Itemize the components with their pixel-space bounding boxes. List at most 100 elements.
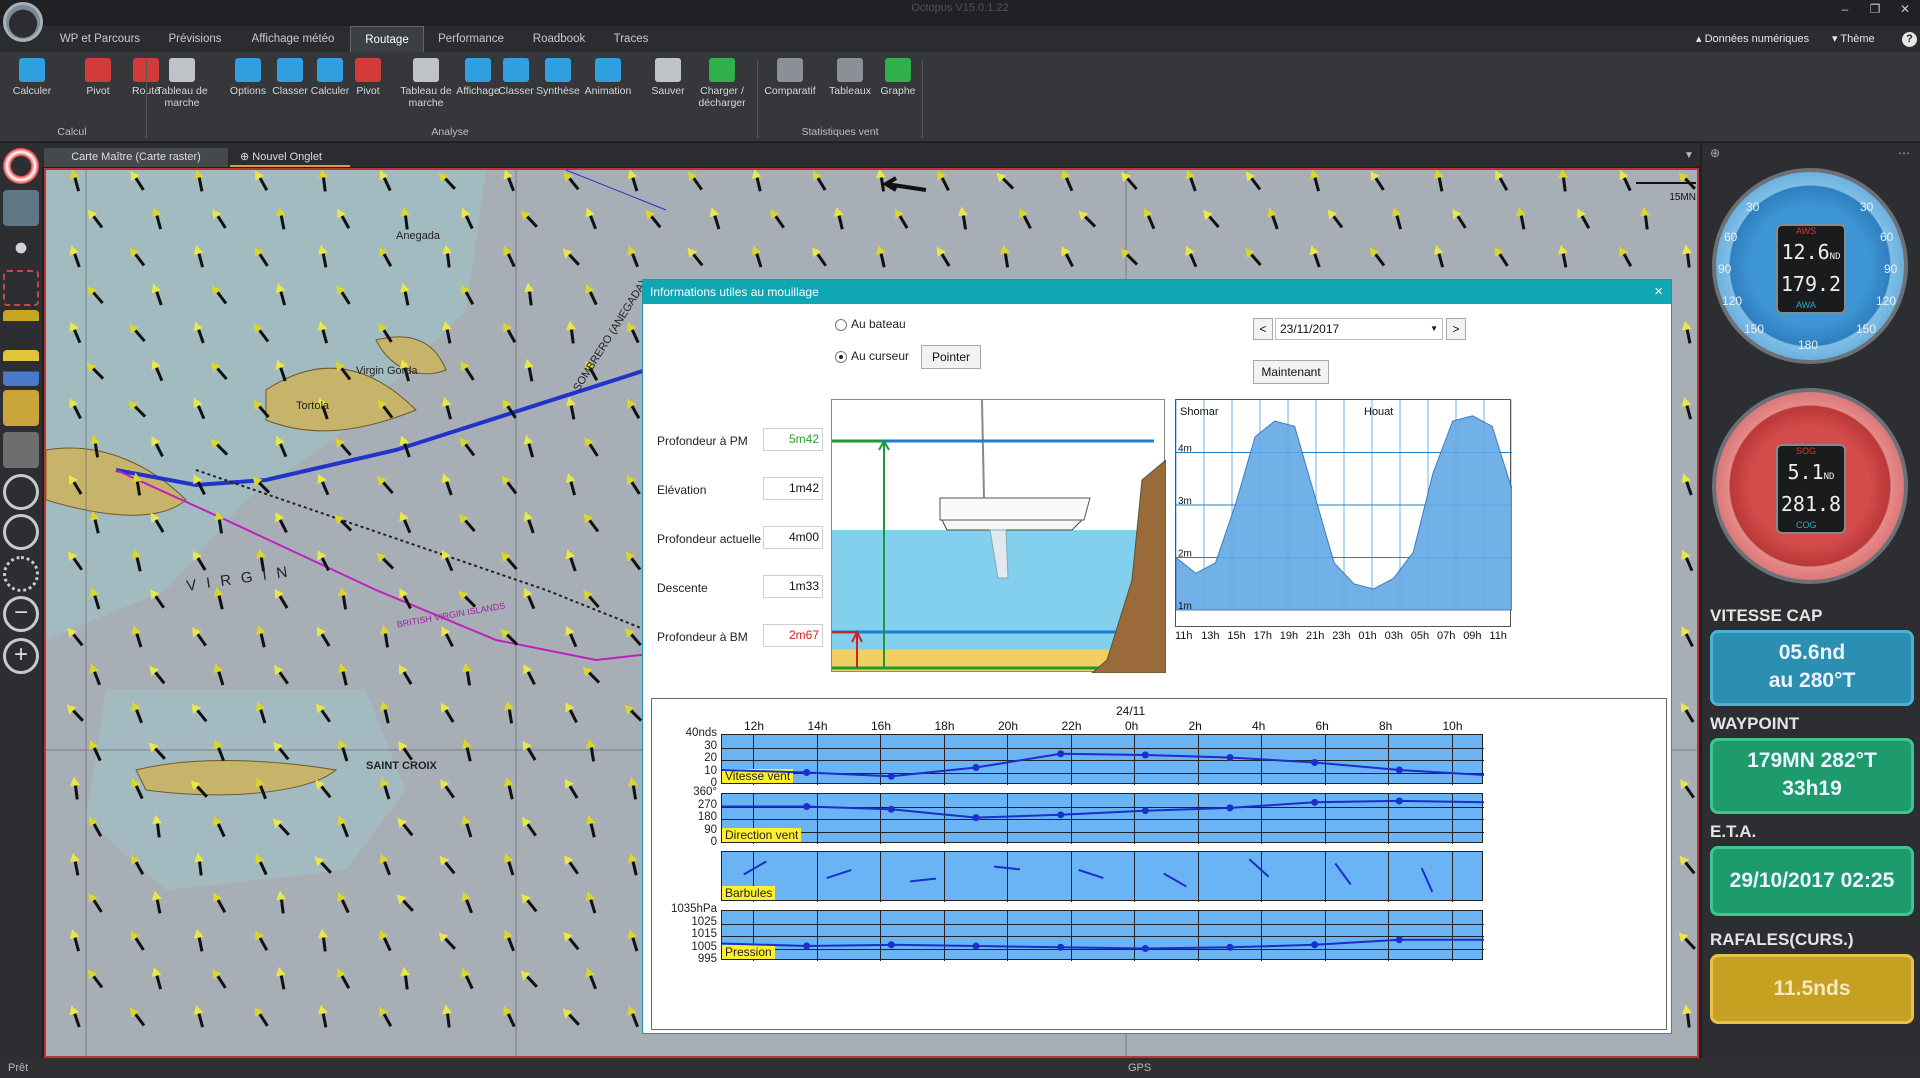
tab-nouvel-onglet[interactable]: ⊕ Nouvel Onglet (230, 148, 350, 167)
date-prev-button[interactable]: < (1253, 318, 1273, 340)
tab-roadbook[interactable]: Roadbook (518, 26, 600, 52)
weather-gridline (1134, 852, 1135, 902)
tab-affichage-meteo[interactable]: Affichage météo (238, 26, 348, 52)
date-picker[interactable]: 23/11/2017 ▼ (1275, 318, 1443, 340)
zoom-in-icon[interactable]: + (3, 638, 39, 674)
tide-station-shomar: Shomar (1180, 406, 1219, 418)
ribbon-button-graphe[interactable]: Graphe (870, 58, 926, 118)
arrowhead-icon (564, 395, 576, 407)
fan-icon[interactable] (3, 230, 39, 266)
weather-xtick: 4h (1252, 719, 1266, 733)
weather-xtick: 12h (744, 719, 765, 733)
tide-xtick: 13h (1201, 630, 1220, 642)
radio-au-bateau[interactable] (835, 319, 847, 331)
measure-icon[interactable] (3, 514, 39, 550)
weather-series-line (722, 752, 1484, 778)
ribbon-button-sauver[interactable]: Sauver (640, 58, 696, 118)
book-icon[interactable] (3, 390, 39, 426)
ribbon-button-tableau-de-marche[interactable]: Tableau de marche (150, 58, 214, 118)
tab-carte-maitre[interactable]: Carte Maître (Carte raster) (44, 148, 228, 167)
help-icon[interactable]: ? (1902, 32, 1917, 47)
pointer-button[interactable]: Pointer (921, 345, 981, 369)
ribbon-button-animation[interactable]: Animation (580, 58, 636, 118)
weather-ytick: 270 (697, 798, 717, 811)
minimize-button[interactable]: – (1830, 0, 1860, 18)
tab-routage[interactable]: Routage (350, 26, 424, 52)
ribbon-button-pivot[interactable]: Pivot (340, 58, 396, 118)
arrowhead-icon (88, 433, 100, 445)
date-next-button[interactable]: > (1446, 318, 1466, 340)
radio-au-curseur-label[interactable]: Au curseur (851, 349, 909, 363)
tide-ytick: 3m (1178, 496, 1192, 507)
graph-icon (885, 58, 911, 82)
gauge-tick-30-right: 30 (1860, 200, 1874, 214)
weather-panel-pression: Pression (721, 910, 1484, 961)
awa-value: 179.2 (1780, 272, 1842, 296)
ribbon-button-label: Tableau de marche (400, 85, 452, 109)
gauge-tick-90: 90 (1718, 262, 1732, 276)
zoom-out-icon[interactable]: − (3, 596, 39, 632)
tab-previsions[interactable]: Prévisions (155, 26, 235, 52)
chart-scale-bar: 15MN (1636, 182, 1696, 203)
aws-speed: 12.6 (1781, 240, 1830, 264)
arrowhead-icon (274, 965, 286, 977)
scale-label: 15MN (1669, 192, 1696, 203)
pivot-icon (85, 58, 111, 82)
arrowhead-icon (316, 928, 328, 939)
arrowhead-icon (502, 699, 514, 711)
rafales-title: RAFALES(CURS.) (1710, 930, 1854, 949)
arrowhead-icon (626, 775, 638, 787)
waypoint-line1: 179MN 282°T (1747, 749, 1877, 772)
tab-performance[interactable]: Performance (430, 26, 512, 52)
weather-panel-label: Barbules (722, 886, 776, 900)
tab-traces[interactable]: Traces (604, 26, 658, 52)
wind-tool-icon[interactable] (3, 310, 39, 346)
arrowhead-icon (68, 776, 80, 787)
weather-point (1141, 945, 1149, 952)
radio-au-curseur[interactable] (835, 351, 847, 363)
cog-value: 281.8 (1780, 492, 1842, 516)
compass-icon[interactable] (3, 474, 39, 510)
aws-unit: ND (1829, 252, 1841, 262)
chart-map-icon[interactable] (3, 190, 39, 226)
arrowhead-icon (336, 585, 348, 597)
layers-icon[interactable] (3, 350, 39, 386)
ribbon-button-charger-d-charger[interactable]: Charger / décharger (690, 58, 754, 118)
dialog-close-button[interactable]: × (1654, 280, 1663, 304)
aws-value: 12.6ND (1780, 240, 1842, 264)
app-logo-icon[interactable] (3, 2, 43, 42)
numeric-data-menu[interactable]: ▴ Données numériques (1696, 26, 1809, 52)
cog-label: COG (1796, 520, 1817, 530)
boat-icon[interactable] (3, 432, 39, 468)
close-window-button[interactable]: ✕ (1890, 0, 1920, 18)
weather-ytick: 995 (697, 953, 717, 965)
panel-options-icon[interactable]: ⋯ (1898, 146, 1910, 160)
radio-au-bateau-label[interactable]: Au bateau (851, 317, 906, 331)
weather-point (1226, 804, 1234, 812)
compare-icon (777, 58, 803, 82)
ribbon-button-comparatif[interactable]: Comparatif (762, 58, 818, 118)
ribbon-button-label: Pivot (356, 85, 380, 97)
ribbon-button-synth-se[interactable]: Synthèse (530, 58, 586, 118)
mooring-info-dialog: Informations utiles au mouillage × Au ba… (642, 279, 1672, 1034)
restore-button[interactable]: ❐ (1860, 0, 1890, 18)
lifebuoy-icon[interactable] (3, 148, 39, 184)
tabs-dropdown-icon[interactable]: ▼ (1684, 150, 1694, 161)
tab-wp-parcours[interactable]: WP et Parcours (50, 26, 150, 52)
now-button[interactable]: Maintenant (1253, 360, 1329, 384)
weather-ytick: 40nds (685, 727, 717, 739)
ribbon-button-label: Synthèse (536, 85, 580, 97)
weather-point (803, 769, 811, 776)
weather-ytick: 180 (697, 811, 717, 823)
arrowhead-icon (274, 205, 286, 217)
zoom-area-icon[interactable] (3, 556, 39, 592)
route-tool-icon[interactable] (3, 270, 39, 306)
ribbon-button-tableau-de-marche[interactable]: Tableau de marche (394, 58, 458, 118)
arrowhead-icon (956, 205, 968, 217)
add-panel-icon[interactable]: ⊕ (1710, 146, 1720, 160)
ribbon-button-calculer[interactable]: Calculer (4, 58, 60, 118)
weather-xtick: 6h (1315, 719, 1329, 733)
ribbon-button-label: Calculer (12, 85, 52, 97)
theme-menu[interactable]: ▾ Thème (1832, 26, 1875, 52)
weather-point (972, 942, 980, 950)
